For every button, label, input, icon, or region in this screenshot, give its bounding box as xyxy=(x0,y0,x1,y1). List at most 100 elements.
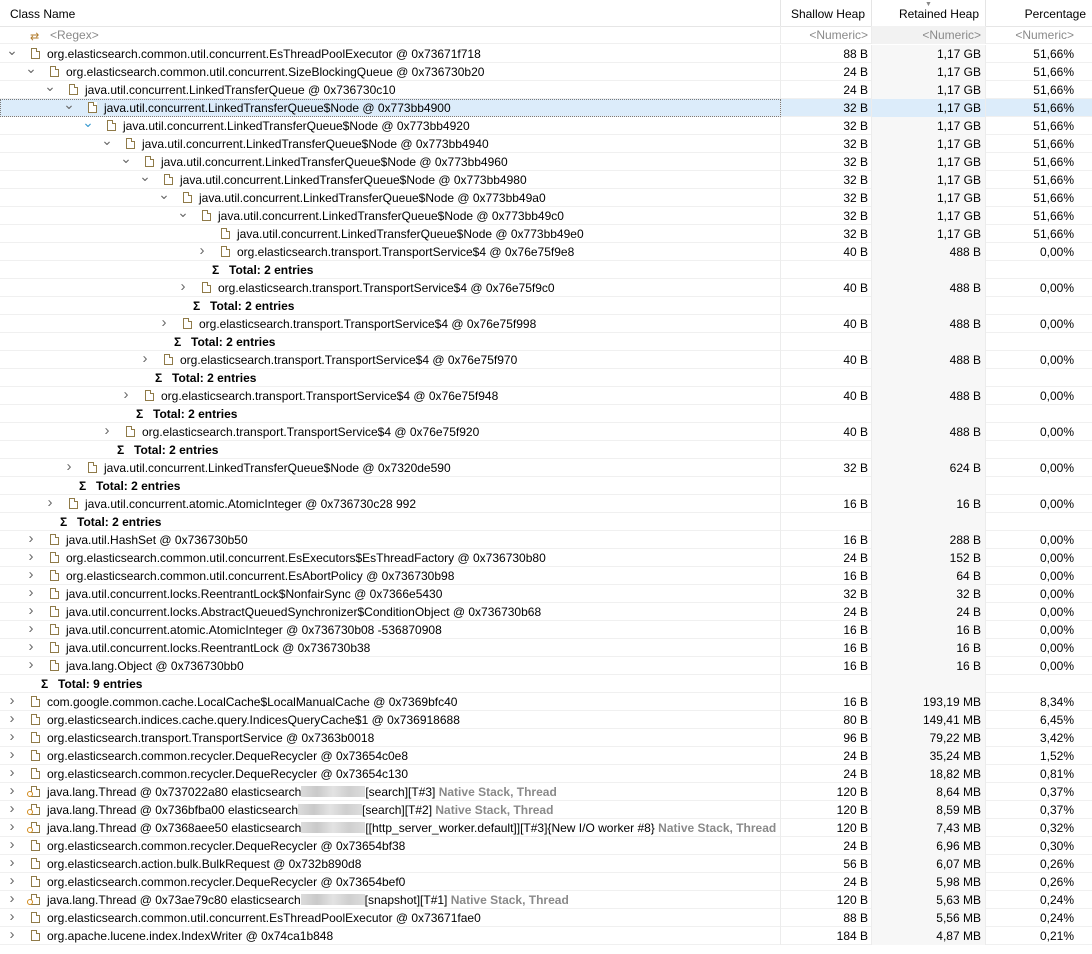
table-row[interactable]: ⌄ org.elasticsearch.common.util.concurren… xyxy=(0,45,1092,63)
table-row[interactable]: ⌄ java.util.concurrent.LinkedTransferQueu… xyxy=(0,153,1092,171)
table-row[interactable]: ⌄ java.util.concurrent.LinkedTransferQueu… xyxy=(0,99,1092,117)
expand-chevron-icon[interactable]: › xyxy=(6,909,18,927)
class-name-cell[interactable]: › org.elasticsearch.transport.TransportSe… xyxy=(0,423,781,441)
expand-chevron-icon[interactable]: › xyxy=(6,873,18,891)
table-row[interactable]: › java.util.concurrent.locks.AbstractQueu… xyxy=(0,603,1092,621)
table-row[interactable]: ⌄ java.util.concurrent.LinkedTransferQueu… xyxy=(0,171,1092,189)
class-name-filter-cell[interactable]: ⇄ <Regex> xyxy=(0,26,781,44)
class-name-cell[interactable]: ⌄ java.util.concurrent.LinkedTransferQueu… xyxy=(0,135,781,153)
table-row[interactable]: › org.elasticsearch.transport.TransportSe… xyxy=(0,243,1092,261)
class-name-cell[interactable]: › java.lang.Thread @ 0x7368aee50 elastics… xyxy=(0,819,781,837)
class-name-cell[interactable]: Σ Total: 2 entries xyxy=(0,261,781,279)
table-row[interactable]: › java.util.concurrent.atomic.AtomicInteg… xyxy=(0,495,1092,513)
table-row[interactable]: › java.util.HashSet @ 0x736730b50 16 B 288 … xyxy=(0,531,1092,549)
class-name-cell[interactable]: › org.elasticsearch.transport.TransportSe… xyxy=(0,243,781,261)
class-name-cell[interactable]: › java.util.HashSet @ 0x736730b50 xyxy=(0,531,781,549)
class-name-cell[interactable]: › org.elasticsearch.common.util.concurren… xyxy=(0,909,781,927)
class-name-cell[interactable]: Σ Total: 2 entries xyxy=(0,405,781,423)
class-name-cell[interactable]: Σ Total: 2 entries xyxy=(0,297,781,315)
table-row[interactable]: › java.util.concurrent.LinkedTransferQueu… xyxy=(0,459,1092,477)
total-row[interactable]: Σ Total: 2 entries xyxy=(0,477,1092,495)
total-row[interactable]: Σ Total: 2 entries xyxy=(0,333,1092,351)
class-name-cell[interactable]: › org.elasticsearch.action.bulk.BulkReque… xyxy=(0,855,781,873)
class-name-cell[interactable]: Σ Total: 9 entries xyxy=(0,675,781,693)
expand-chevron-icon[interactable]: › xyxy=(177,279,189,297)
expand-chevron-icon[interactable]: › xyxy=(25,549,37,567)
collapse-chevron-icon[interactable]: ⌄ xyxy=(6,45,18,63)
expand-chevron-icon[interactable]: › xyxy=(101,423,113,441)
class-name-cell[interactable]: › com.google.common.cache.LocalCache$Loca… xyxy=(0,693,781,711)
expand-chevron-icon[interactable]: › xyxy=(63,459,75,477)
class-name-cell[interactable]: › org.elasticsearch.common.util.concurren… xyxy=(0,567,781,585)
total-row[interactable]: Σ Total: 2 entries xyxy=(0,441,1092,459)
class-name-cell[interactable]: Σ Total: 2 entries xyxy=(0,477,781,495)
collapse-chevron-icon[interactable]: ⌄ xyxy=(101,135,113,153)
class-name-cell[interactable]: › java.util.concurrent.locks.ReentrantLoc… xyxy=(0,585,781,603)
table-row[interactable]: ⌄ java.util.concurrent.LinkedTransferQueu… xyxy=(0,117,1092,135)
collapse-chevron-icon[interactable]: ⌄ xyxy=(158,189,170,207)
table-row[interactable]: ⌄ java.util.concurrent.LinkedTransferQueu… xyxy=(0,207,1092,225)
collapse-chevron-icon[interactable]: ⌄ xyxy=(44,81,56,99)
table-row[interactable]: › java.lang.Object @ 0x736730bb0 16 B 16 B 0… xyxy=(0,657,1092,675)
expand-chevron-icon[interactable]: › xyxy=(6,819,18,837)
expand-chevron-icon[interactable]: › xyxy=(196,243,208,261)
expand-chevron-icon[interactable]: › xyxy=(25,531,37,549)
table-row[interactable]: › org.elasticsearch.common.recycler.Deque… xyxy=(0,873,1092,891)
expand-chevron-icon[interactable]: › xyxy=(6,855,18,873)
table-row[interactable]: › org.elasticsearch.transport.TransportSe… xyxy=(0,423,1092,441)
expand-chevron-icon[interactable]: › xyxy=(6,927,18,945)
class-name-cell[interactable]: ⌄ java.util.concurrent.LinkedTransferQueu… xyxy=(0,207,781,225)
class-name-cell[interactable]: ⌄ java.util.concurrent.LinkedTransferQueu… xyxy=(0,171,781,189)
expand-chevron-icon[interactable]: › xyxy=(6,693,18,711)
table-row[interactable]: › org.elasticsearch.action.bulk.BulkReque… xyxy=(0,855,1092,873)
expand-chevron-icon[interactable]: › xyxy=(158,315,170,333)
class-name-cell[interactable]: ⌄ java.util.concurrent.LinkedTransferQueu… xyxy=(0,99,781,117)
table-row[interactable]: ⌄ java.util.concurrent.LinkedTransferQueu… xyxy=(0,189,1092,207)
class-name-cell[interactable]: › java.lang.Thread @ 0x736bfba00 elastics… xyxy=(0,801,781,819)
table-row[interactable]: › java.lang.Thread @ 0x737022a80 elastics… xyxy=(0,783,1092,801)
expand-chevron-icon[interactable]: › xyxy=(6,747,18,765)
class-name-cell[interactable]: ⌄ java.util.concurrent.LinkedTransferQueu… xyxy=(0,189,781,207)
class-name-cell[interactable]: › org.elasticsearch.common.util.concurren… xyxy=(0,549,781,567)
collapse-chevron-icon[interactable]: ⌄ xyxy=(177,207,189,225)
expand-chevron-icon[interactable]: › xyxy=(120,387,132,405)
class-name-cell[interactable]: › java.util.concurrent.LinkedTransferQueu… xyxy=(0,459,781,477)
expand-chevron-icon[interactable]: › xyxy=(6,765,18,783)
class-name-cell[interactable]: › org.elasticsearch.common.recycler.Deque… xyxy=(0,873,781,891)
expand-chevron-icon[interactable]: › xyxy=(6,729,18,747)
class-name-cell[interactable]: › org.elasticsearch.indices.cache.query.I… xyxy=(0,711,781,729)
class-name-cell[interactable]: Σ Total: 2 entries xyxy=(0,333,781,351)
class-name-cell[interactable]: › java.lang.Thread @ 0x73ae79c80 elastics… xyxy=(0,891,781,909)
total-row[interactable]: Σ Total: 2 entries xyxy=(0,261,1092,279)
expand-chevron-icon[interactable]: › xyxy=(25,639,37,657)
table-row[interactable]: › org.elasticsearch.transport.TransportSe… xyxy=(0,387,1092,405)
class-name-cell[interactable]: ⌄ java.util.concurrent.LinkedTransferQueu… xyxy=(0,153,781,171)
expand-chevron-icon[interactable]: › xyxy=(6,837,18,855)
expand-chevron-icon[interactable]: › xyxy=(25,567,37,585)
class-name-cell[interactable]: Σ Total: 2 entries xyxy=(0,369,781,387)
class-name-cell[interactable]: › org.apache.lucene.index.IndexWriter @ 0… xyxy=(0,927,781,945)
table-row[interactable]: › java.util.concurrent.atomic.AtomicInteg… xyxy=(0,621,1092,639)
table-row[interactable]: ⌄ java.util.concurrent.LinkedTransferQueu… xyxy=(0,135,1092,153)
class-name-cell[interactable]: › org.elasticsearch.transport.TransportSe… xyxy=(0,729,781,747)
table-row[interactable]: › org.elasticsearch.transport.TransportSe… xyxy=(0,351,1092,369)
table-row[interactable]: › java.util.concurrent.locks.ReentrantLoc… xyxy=(0,585,1092,603)
collapse-chevron-icon[interactable]: ⌄ xyxy=(82,117,94,135)
total-row[interactable]: Σ Total: 2 entries xyxy=(0,513,1092,531)
table-row[interactable]: ⌄ java.util.concurrent.LinkedTransferQueu… xyxy=(0,81,1092,99)
retained-heap-filter[interactable]: <Numeric> xyxy=(872,26,986,44)
class-name-cell[interactable]: › org.elasticsearch.transport.TransportSe… xyxy=(0,315,781,333)
table-row[interactable]: › org.elasticsearch.common.util.concurren… xyxy=(0,549,1092,567)
column-header-class-name[interactable]: Class Name xyxy=(0,0,781,26)
table-row[interactable]: › java.lang.Thread @ 0x73ae79c80 elastics… xyxy=(0,891,1092,909)
expand-chevron-icon[interactable]: › xyxy=(6,783,18,801)
total-row[interactable]: Σ Total: 9 entries xyxy=(0,675,1092,693)
expand-chevron-icon[interactable]: › xyxy=(25,657,37,675)
table-row[interactable]: › java.lang.Thread @ 0x7368aee50 elastics… xyxy=(0,819,1092,837)
class-name-cell[interactable]: Σ Total: 2 entries xyxy=(0,441,781,459)
table-row[interactable]: › org.elasticsearch.common.util.concurren… xyxy=(0,909,1092,927)
expand-chevron-icon[interactable]: › xyxy=(25,603,37,621)
class-name-cell[interactable]: › org.elasticsearch.transport.TransportSe… xyxy=(0,351,781,369)
expand-chevron-icon[interactable]: › xyxy=(25,621,37,639)
expand-chevron-icon[interactable]: › xyxy=(44,495,56,513)
